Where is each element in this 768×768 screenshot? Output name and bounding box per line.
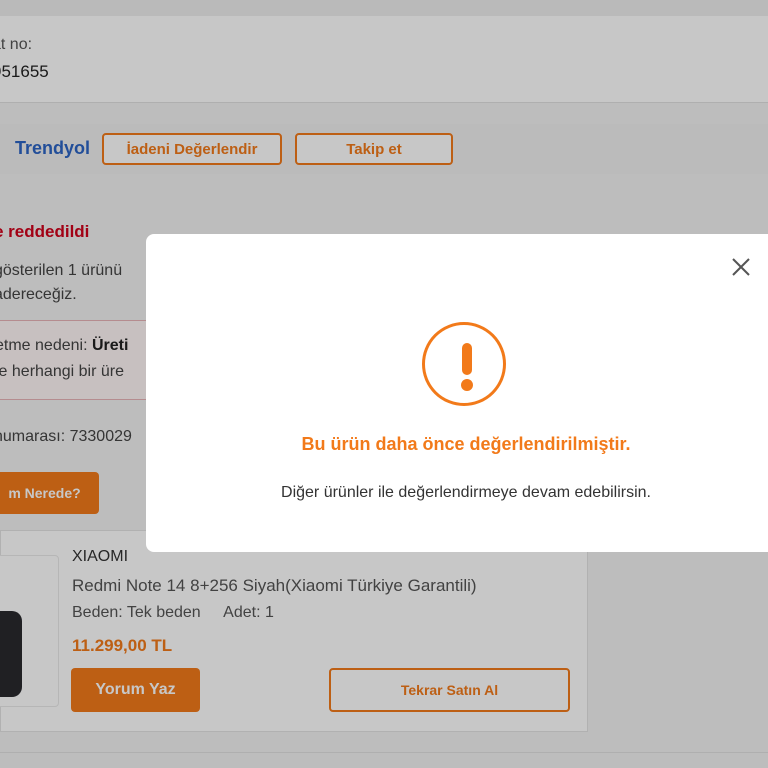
modal-title: Bu ürün daha önce değerlendirilmiştir. [301, 434, 631, 454]
close-icon[interactable] [728, 254, 754, 280]
exclamation-bar [462, 343, 472, 375]
exclamation-dot [461, 379, 473, 391]
exclamation-icon [422, 322, 506, 406]
already-reviewed-modal: Bu ürün daha önce değerlendirilmiştir. D… [146, 234, 768, 552]
modal-message: Diğer ürünler ile değerlendirmeye devam … [281, 484, 651, 501]
